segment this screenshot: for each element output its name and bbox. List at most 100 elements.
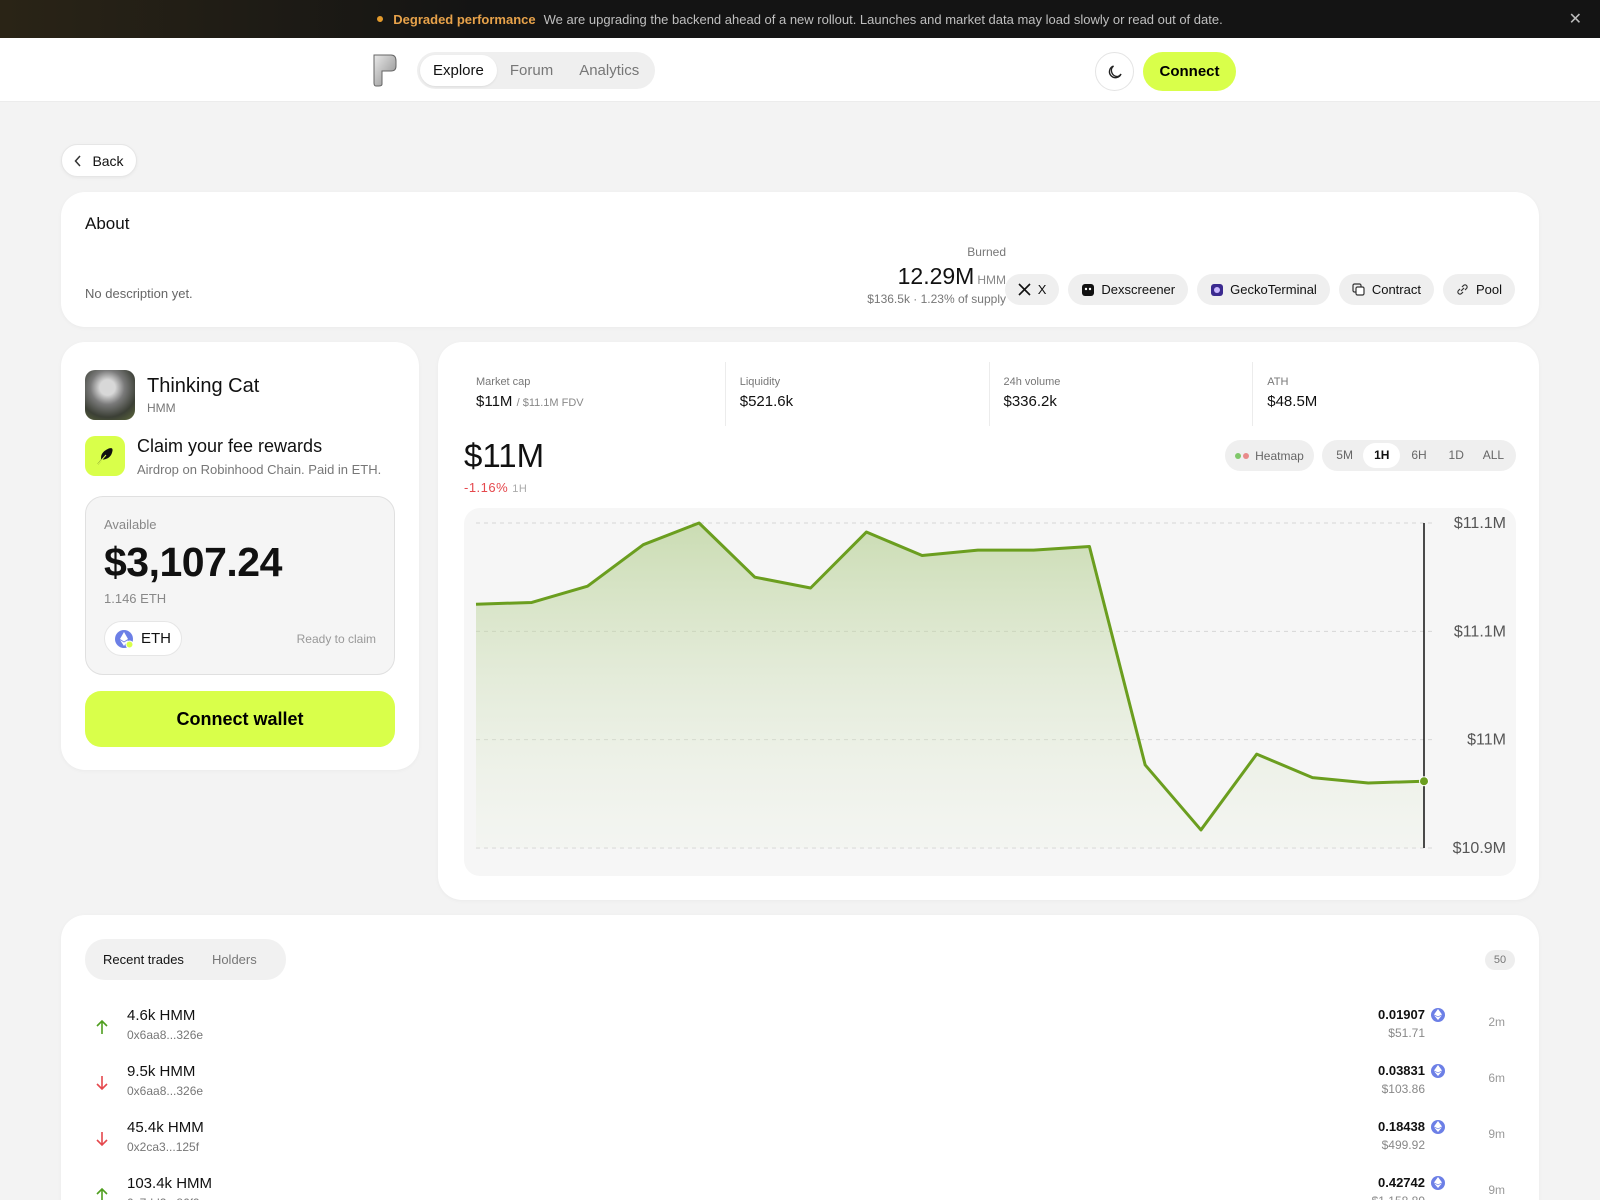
- about-title: About: [85, 214, 130, 233]
- price-chart[interactable]: $11.1M $11.1M $11M $10.9M: [464, 508, 1516, 876]
- trade-eth: 0.01907: [1378, 1007, 1445, 1022]
- available-panel: Available $3,107.24 1.146 ETH ETH Ready …: [85, 496, 395, 675]
- asset-chip: ETH: [104, 621, 182, 656]
- trade-amount: 4.6k HMM: [127, 1007, 196, 1024]
- range-5m[interactable]: 5M: [1326, 443, 1363, 468]
- range-1h[interactable]: 1H: [1363, 443, 1401, 468]
- trade-row[interactable]: 103.4k HMM 0x7dd2...86f9 0.42742 $1,158.89 9…: [85, 1173, 1515, 1200]
- stat-value: $336.2k: [1003, 393, 1057, 410]
- trades-card: Recent trades Holders 50 4.6k HMM 0x6aa8.…: [61, 915, 1539, 1200]
- trade-usd: $499.92: [1381, 1138, 1425, 1152]
- stat-volume: 24h volume $336.2k: [990, 362, 1254, 426]
- y-tick-label: $11.1M: [1454, 515, 1506, 532]
- tab-analytics[interactable]: Analytics: [566, 55, 652, 86]
- trade-row[interactable]: 45.4k HMM 0x2ca3...125f 0.18438 $499.92 9m: [85, 1117, 1515, 1173]
- token-symbol: HMM: [147, 401, 176, 415]
- trade-address[interactable]: 0x6aa8...326e: [127, 1028, 203, 1042]
- connect-button[interactable]: Connect: [1143, 52, 1236, 91]
- trade-address[interactable]: 0x7dd2...86f9: [127, 1196, 200, 1200]
- trades-count-badge: 50: [1485, 950, 1515, 970]
- chevron-left-icon: [74, 154, 81, 167]
- trade-eth-value: 0.01907: [1378, 1007, 1425, 1022]
- fee-title: Claim your fee rewards: [137, 436, 323, 456]
- trade-time: 2m: [1488, 1015, 1505, 1029]
- eth-icon: [115, 629, 134, 648]
- stat-ath: ATH $48.5M: [1253, 362, 1516, 426]
- connect-wallet-button[interactable]: Connect wallet: [85, 691, 395, 747]
- y-tick-label: $11.1M: [1454, 623, 1506, 640]
- trades-tabs: Recent trades Holders: [85, 939, 286, 980]
- trade-time: 9m: [1488, 1127, 1505, 1141]
- link-x-label: X: [1037, 282, 1047, 297]
- available-label: Available: [104, 517, 157, 532]
- geckoterminal-icon: [1210, 283, 1224, 297]
- eth-icon: [1431, 1007, 1445, 1022]
- trade-address[interactable]: 0x2ca3...125f: [127, 1140, 199, 1154]
- dexscreener-icon: [1081, 283, 1095, 297]
- range-all[interactable]: ALL: [1475, 443, 1512, 468]
- link-geckoterminal[interactable]: GeckoTerminal: [1197, 274, 1330, 305]
- back-label: Back: [92, 152, 124, 169]
- trade-eth-value: 0.18438: [1378, 1119, 1425, 1134]
- tab-recent-trades[interactable]: Recent trades: [89, 943, 198, 976]
- top-nav: Explore Forum Analytics Connect: [0, 38, 1600, 102]
- tab-holders[interactable]: Holders: [198, 943, 271, 976]
- stat-label: 24h volume: [1003, 376, 1061, 388]
- app-logo[interactable]: [371, 53, 397, 87]
- ready-label: Ready to claim: [296, 632, 376, 646]
- market-cap-big: $11M: [464, 437, 545, 474]
- link-contract-label: Contract: [1371, 282, 1421, 297]
- y-tick-label: $11M: [1467, 732, 1506, 749]
- change-period: 1H: [512, 483, 528, 495]
- close-icon[interactable]: ✕: [1569, 9, 1582, 29]
- link-geckoterminal-label: GeckoTerminal: [1230, 282, 1317, 297]
- burned-sub: $136.5k · 1.23% of supply: [867, 292, 1006, 306]
- eth-icon: [1431, 1119, 1445, 1134]
- y-tick-label: $10.9M: [1453, 840, 1506, 857]
- about-card: About No description yet. Burned 12.29M H…: [61, 192, 1539, 327]
- available-eth: 1.146 ETH: [104, 591, 167, 606]
- heatmap-toggle[interactable]: Heatmap: [1225, 440, 1314, 471]
- copy-icon: [1352, 283, 1366, 297]
- trade-row[interactable]: 9.5k HMM 0x6aa8...326e 0.03831 $103.86 6m: [85, 1061, 1515, 1117]
- tab-forum[interactable]: Forum: [497, 55, 566, 86]
- moon-icon: [1108, 64, 1122, 78]
- trade-eth-value: 0.03831: [1378, 1063, 1425, 1078]
- asset-label: ETH: [141, 630, 171, 647]
- trade-eth-value: 0.42742: [1378, 1175, 1425, 1190]
- external-links: X Dexscreener GeckoTerminal Contract Poo…: [1004, 274, 1515, 305]
- banner-title: Degraded performance: [393, 11, 536, 27]
- stat-label: Liquidity: [739, 376, 781, 388]
- tab-explore[interactable]: Explore: [420, 55, 497, 86]
- trade-address[interactable]: 0x6aa8...326e: [127, 1084, 203, 1098]
- link-pool-label: Pool: [1475, 282, 1502, 297]
- link-contract[interactable]: Contract: [1338, 274, 1434, 305]
- trade-time: 9m: [1488, 1183, 1505, 1197]
- burned-label: Burned: [967, 245, 1006, 259]
- range-6h[interactable]: 6H: [1400, 443, 1437, 468]
- about-description: No description yet.: [85, 286, 193, 301]
- theme-toggle-button[interactable]: [1095, 52, 1134, 91]
- link-x[interactable]: X: [1004, 274, 1060, 305]
- back-button[interactable]: Back: [61, 144, 137, 177]
- trade-usd: $51.71: [1388, 1026, 1425, 1040]
- burned-stat: Burned 12.29M HMM $136.5k · 1.23% of supp…: [867, 245, 1006, 306]
- banner-message: We are upgrading the backend ahead of a …: [543, 11, 1223, 27]
- link-pool[interactable]: Pool: [1442, 274, 1515, 305]
- trade-amount: 9.5k HMM: [127, 1063, 196, 1080]
- burned-value: 12.29M: [897, 263, 975, 289]
- stat-label: Market cap: [476, 376, 531, 388]
- feather-icon: [85, 436, 125, 476]
- arrow-up-icon: [96, 1187, 108, 1200]
- range-1d[interactable]: 1D: [1438, 443, 1475, 468]
- stat-extra: / $11.1M FDV: [516, 397, 584, 409]
- trade-usd: $1,158.89: [1372, 1194, 1425, 1200]
- trade-amount: 103.4k HMM: [127, 1175, 213, 1192]
- area-fill: [476, 523, 1424, 848]
- trade-usd: $103.86: [1381, 1082, 1425, 1096]
- link-dexscreener[interactable]: Dexscreener: [1068, 274, 1189, 305]
- eth-icon: [1431, 1175, 1445, 1190]
- trade-row[interactable]: 4.6k HMM 0x6aa8...326e 0.01907 $51.71 2m: [85, 1005, 1515, 1061]
- status-banner: Degraded performance We are upgrading th…: [0, 0, 1600, 38]
- eth-icon: [1431, 1063, 1445, 1078]
